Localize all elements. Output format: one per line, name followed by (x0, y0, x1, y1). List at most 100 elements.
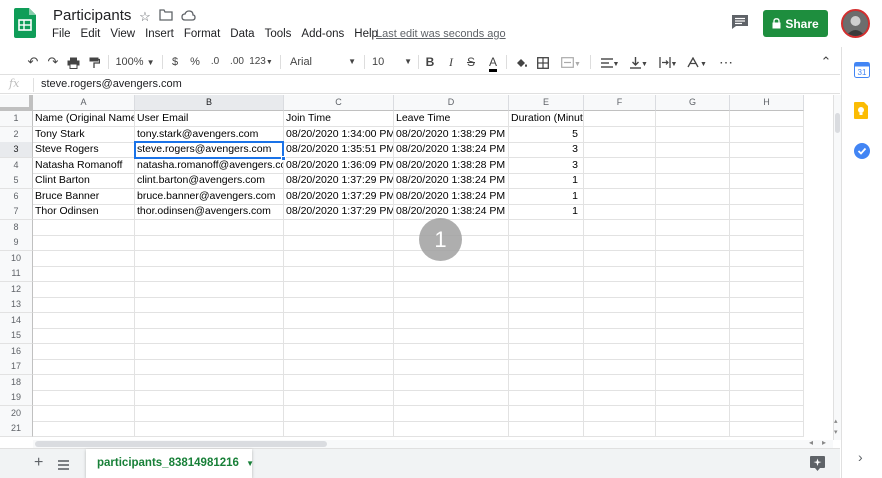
cell-b18[interactable] (135, 374, 284, 391)
cell-g14[interactable] (656, 312, 730, 329)
cell-a14[interactable] (33, 312, 135, 329)
tasks-icon[interactable] (854, 143, 870, 164)
cell-g7[interactable] (656, 204, 730, 220)
cell-h12[interactable] (730, 281, 804, 298)
cell-b16[interactable] (135, 343, 284, 360)
cell-h5[interactable] (730, 173, 804, 189)
cell-c7[interactable]: 08/20/2020 1:37:29 PM (284, 204, 394, 220)
cell-c8[interactable] (284, 219, 394, 236)
cell-d12[interactable] (394, 281, 509, 298)
cell-d13[interactable] (394, 297, 509, 313)
print-icon[interactable] (64, 49, 82, 75)
undo-icon[interactable]: ↶ (24, 49, 42, 75)
account-avatar[interactable] (841, 9, 870, 38)
cell-f19[interactable] (584, 390, 656, 406)
row-header-15[interactable]: 15 (0, 328, 33, 344)
cell-h10[interactable] (730, 250, 804, 267)
text-rotation-icon[interactable]: ▼ (684, 49, 710, 75)
cell-h15[interactable] (730, 328, 804, 344)
cell-e20[interactable] (509, 405, 584, 422)
horizontal-align-icon[interactable]: ▼ (597, 49, 623, 75)
cell-g9[interactable] (656, 235, 730, 251)
cell-a6[interactable]: Bruce Banner (33, 188, 135, 205)
cell-e14[interactable] (509, 312, 584, 329)
vertical-scroll-thumb[interactable] (835, 113, 840, 133)
cell-a1[interactable]: Name (Original Name) (33, 111, 135, 127)
cell-b2[interactable]: tony.stark@avengers.com (135, 126, 284, 143)
cell-a3[interactable]: Steve Rogers (33, 142, 135, 158)
cell-h6[interactable] (730, 188, 804, 205)
cell-h14[interactable] (730, 312, 804, 329)
cell-h21[interactable] (730, 421, 804, 437)
column-header-g[interactable]: G (656, 95, 730, 111)
menu-tools[interactable]: Tools (265, 28, 292, 44)
star-icon[interactable]: ☆ (137, 9, 153, 25)
cell-f15[interactable] (584, 328, 656, 344)
row-header-2[interactable]: 2 (0, 126, 33, 143)
chevron-down-icon[interactable]: ▼ (246, 459, 254, 468)
row-header-13[interactable]: 13 (0, 297, 33, 313)
cell-b1[interactable]: User Email (135, 111, 284, 127)
keep-icon[interactable] (854, 102, 868, 124)
cell-f9[interactable] (584, 235, 656, 251)
cell-d6[interactable]: 08/20/2020 1:38:24 PM (394, 188, 509, 205)
row-header-19[interactable]: 19 (0, 390, 33, 406)
cell-f3[interactable] (584, 142, 656, 158)
column-header-e[interactable]: E (509, 95, 584, 111)
row-header-20[interactable]: 20 (0, 405, 33, 422)
cell-a10[interactable] (33, 250, 135, 267)
menu-insert[interactable]: Insert (145, 28, 174, 44)
cell-f20[interactable] (584, 405, 656, 422)
cell-c10[interactable] (284, 250, 394, 267)
cell-h11[interactable] (730, 266, 804, 282)
cell-f2[interactable] (584, 126, 656, 143)
cell-a4[interactable]: Natasha Romanoff (33, 157, 135, 174)
sheets-logo-icon[interactable] (14, 8, 36, 38)
row-header-16[interactable]: 16 (0, 343, 33, 360)
zoom-select[interactable]: 100% ▼ (112, 49, 158, 75)
cell-e12[interactable] (509, 281, 584, 298)
cell-g3[interactable] (656, 142, 730, 158)
menu-edit[interactable]: Edit (81, 28, 101, 44)
cell-e7[interactable]: 1 (509, 204, 584, 220)
cell-b20[interactable] (135, 405, 284, 422)
cell-a13[interactable] (33, 297, 135, 313)
cell-a17[interactable] (33, 359, 135, 375)
menu-view[interactable]: View (110, 28, 135, 44)
font-family-select[interactable]: Arial ▼ (290, 49, 358, 75)
row-header-8[interactable]: 8 (0, 219, 33, 236)
cell-d19[interactable] (394, 390, 509, 406)
cell-b3[interactable]: steve.rogers@avengers.com (135, 142, 284, 158)
menu-file[interactable]: File (52, 28, 71, 44)
cell-d16[interactable] (394, 343, 509, 360)
cell-a15[interactable] (33, 328, 135, 344)
cell-c1[interactable]: Join Time (284, 111, 394, 127)
vertical-align-icon[interactable]: ▼ (626, 49, 652, 75)
cell-c13[interactable] (284, 297, 394, 313)
cell-d21[interactable] (394, 421, 509, 437)
cell-d7[interactable]: 08/20/2020 1:38:24 PM (394, 204, 509, 220)
cell-d20[interactable] (394, 405, 509, 422)
cell-f16[interactable] (584, 343, 656, 360)
cell-e6[interactable]: 1 (509, 188, 584, 205)
expand-side-panel-chevron-icon[interactable]: › (858, 449, 863, 465)
cell-g10[interactable] (656, 250, 730, 267)
cell-f14[interactable] (584, 312, 656, 329)
font-size-select[interactable]: 10 ▼ (372, 49, 414, 75)
vertical-scrollbar[interactable]: ▴ ▾ (833, 95, 841, 440)
cell-d18[interactable] (394, 374, 509, 391)
cell-a2[interactable]: Tony Stark (33, 126, 135, 143)
cell-g21[interactable] (656, 421, 730, 437)
text-wrapping-icon[interactable]: ▼ (655, 49, 681, 75)
cell-f4[interactable] (584, 157, 656, 174)
cell-b17[interactable] (135, 359, 284, 375)
cell-g5[interactable] (656, 173, 730, 189)
explore-icon[interactable] (810, 456, 825, 476)
cell-d5[interactable]: 08/20/2020 1:38:24 PM (394, 173, 509, 189)
cell-d4[interactable]: 08/20/2020 1:38:28 PM (394, 157, 509, 174)
paint-format-icon[interactable] (85, 49, 103, 75)
cell-f17[interactable] (584, 359, 656, 375)
more-toolbar-button[interactable]: ⋯ (716, 49, 736, 75)
cell-f7[interactable] (584, 204, 656, 220)
cell-f8[interactable] (584, 219, 656, 236)
